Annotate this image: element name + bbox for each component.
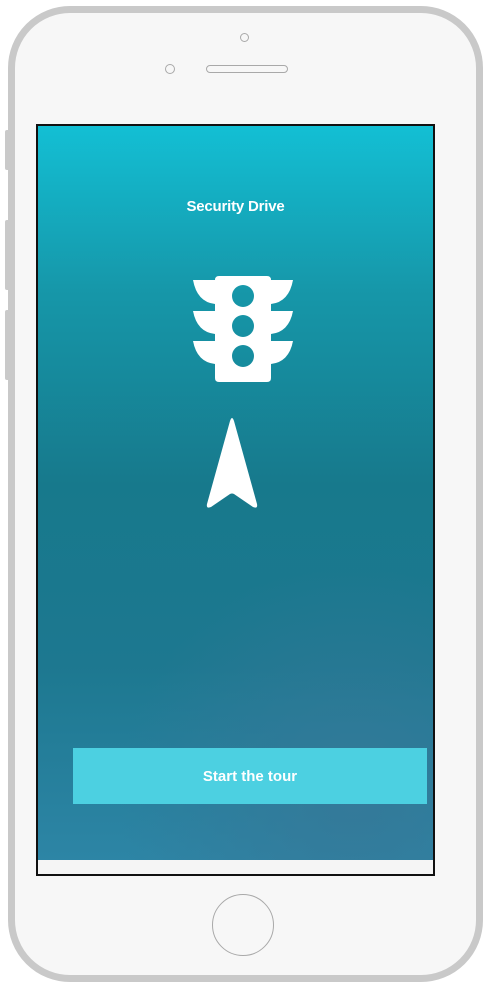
front-camera — [240, 33, 249, 42]
navigation-arrow-icon — [206, 418, 258, 508]
earpiece-speaker — [206, 65, 288, 73]
app-title: Security Drive — [186, 198, 285, 215]
app-screen: Security Drive Start the tour — [36, 124, 435, 876]
proximity-sensor — [165, 64, 175, 74]
start-tour-button[interactable]: Start the tour — [73, 748, 427, 804]
home-button[interactable] — [212, 894, 274, 956]
screen-bottom-strip — [38, 860, 433, 874]
traffic-light-icon — [193, 276, 293, 382]
